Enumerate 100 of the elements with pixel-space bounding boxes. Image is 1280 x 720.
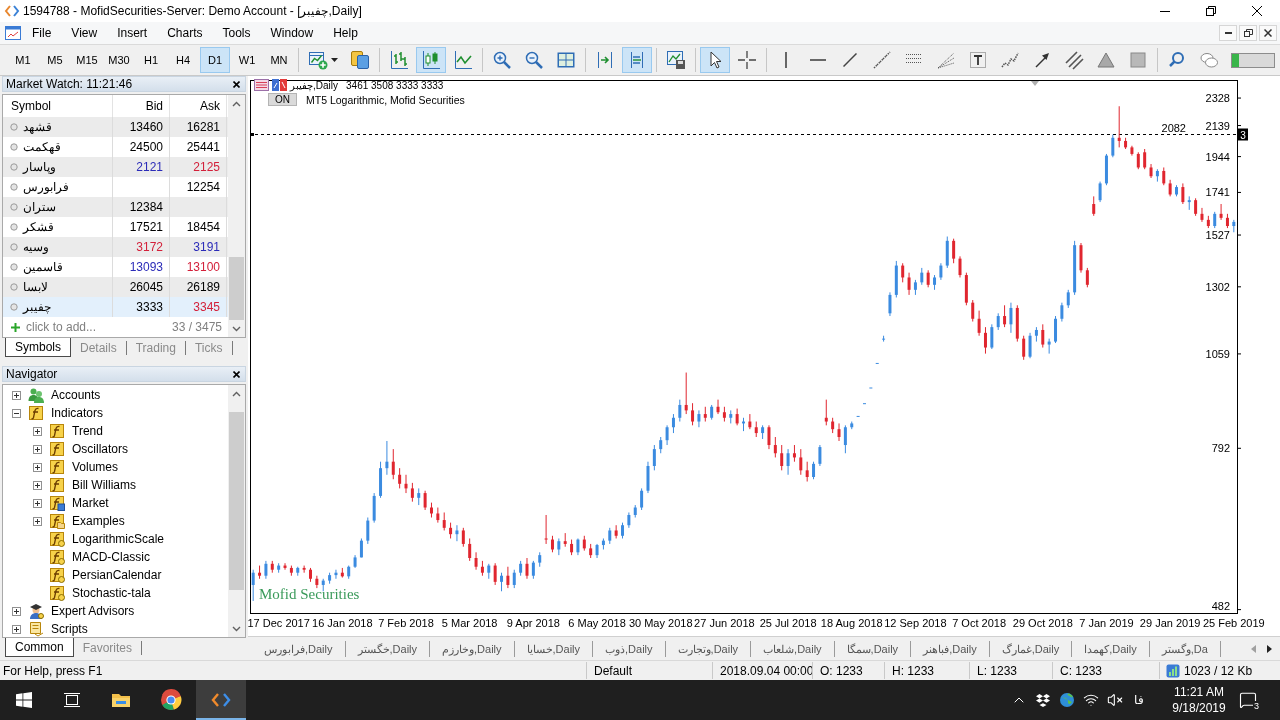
candle-wick	[1093, 195, 1095, 217]
timeframe-button[interactable]: M5	[40, 47, 70, 73]
chart-tab[interactable]: فرابورس,Daily	[252, 640, 346, 657]
timeframe-button[interactable]: H4	[168, 47, 198, 73]
candle	[1079, 245, 1083, 271]
candle	[1047, 341, 1051, 345]
chart-tab[interactable]: ذوب,Daily	[593, 640, 666, 657]
candlestick-button[interactable]	[416, 47, 446, 73]
candle	[1003, 316, 1007, 325]
expand-icon[interactable]	[12, 624, 21, 634]
candle	[939, 265, 943, 278]
timeframe-button[interactable]: M1	[8, 47, 38, 73]
date-label: 7 Feb 2018	[378, 617, 434, 629]
tree-item[interactable]: Indicators	[28, 404, 104, 422]
chart-tab[interactable]: سمگا,Daily	[834, 640, 912, 657]
expand-icon[interactable]	[33, 498, 42, 508]
collapse-icon[interactable]	[12, 408, 21, 418]
timeframe-button[interactable]: MN	[264, 47, 294, 73]
expand-icon[interactable]	[12, 606, 21, 616]
circle-icon	[10, 243, 18, 251]
chart-tab[interactable]: کهمدا,Daily	[1072, 640, 1150, 657]
candle	[589, 548, 593, 556]
expand-icon[interactable]	[12, 390, 21, 400]
triangle-marker-icon[interactable]	[1031, 81, 1039, 86]
restore-button[interactable]	[1239, 25, 1257, 41]
candle	[812, 463, 816, 477]
timeframe-button[interactable]: M30	[104, 47, 134, 73]
expand-icon[interactable]	[33, 426, 42, 436]
menu-item[interactable]: Insert	[107, 23, 158, 43]
tree-item[interactable]: Accounts	[28, 386, 101, 404]
menu-item[interactable]: Window	[260, 23, 324, 43]
striped-square-icon	[254, 79, 269, 91]
window-panes-icon	[16, 692, 32, 708]
candle	[996, 316, 1000, 328]
chart-tab[interactable]: خگستر,Daily	[345, 640, 431, 657]
timeframe-button[interactable]: D1	[200, 47, 230, 73]
expand-icon[interactable]	[33, 462, 42, 472]
menu-item[interactable]: Tools	[212, 23, 261, 43]
expand-icon[interactable]	[33, 444, 42, 454]
panel-title: Navigator	[6, 367, 58, 381]
expand-icon[interactable]	[33, 516, 42, 526]
language-indicator[interactable]: فا	[1127, 680, 1151, 720]
menu-item[interactable]: View	[61, 23, 108, 43]
tree-item[interactable]: Scripts	[28, 620, 88, 638]
chevron-up-icon	[232, 100, 241, 107]
chart-tab[interactable]: خسایا,Daily	[514, 640, 594, 657]
tree-item[interactable]: LogarithmicScale	[49, 530, 165, 548]
tree-item[interactable]: Oscillators	[49, 440, 128, 458]
cursor-button[interactable]	[700, 47, 730, 73]
tree-item[interactable]: Trend	[49, 422, 103, 440]
candle	[493, 565, 497, 582]
indicator-toggle-button[interactable]: ON	[268, 93, 297, 106]
candle	[729, 414, 733, 418]
candle	[430, 507, 433, 514]
terminal-app-button[interactable]	[196, 680, 246, 720]
chart-shift-button[interactable]	[622, 47, 652, 73]
tree-item[interactable]: Expert Advisors	[28, 602, 135, 620]
menu-item[interactable]: File	[22, 23, 62, 43]
close-button[interactable]	[230, 78, 242, 90]
tab[interactable]: Symbols	[5, 338, 71, 357]
candle-wick	[806, 461, 808, 482]
scrollbar[interactable]	[228, 385, 245, 637]
horizontal-line[interactable]	[254, 134, 1238, 135]
add-symbol-link[interactable]: click to add...	[26, 320, 97, 334]
tree-item[interactable]: Market	[49, 494, 109, 512]
chart-tab[interactable]: غمارگ,Daily	[989, 640, 1073, 657]
tree-item[interactable]: MACD-Classic	[49, 548, 150, 566]
tree-item[interactable]: Examples	[49, 512, 125, 530]
candle	[792, 453, 796, 458]
candle	[684, 404, 688, 411]
tree-item[interactable]: PersianCalendar	[49, 566, 162, 584]
expand-icon[interactable]	[33, 480, 42, 490]
notifications-button[interactable]: 3	[1235, 680, 1261, 720]
tree-item[interactable]: Bill Williams	[49, 476, 136, 494]
close-button[interactable]	[1259, 25, 1277, 41]
timeframe-button[interactable]: M15	[72, 47, 102, 73]
tree-item[interactable]: Volumes	[49, 458, 119, 476]
scrollbar[interactable]	[228, 95, 245, 337]
chart-tab[interactable]: فباهنر,Daily	[911, 640, 990, 657]
stacked-rectangles-icon	[63, 692, 81, 708]
tree-item[interactable]: Stochastic-tala	[49, 584, 151, 602]
scrollbar-thumb[interactable]	[229, 412, 244, 590]
timeframe-button[interactable]: W1	[232, 47, 262, 73]
chart-window-icon[interactable]	[4, 25, 22, 41]
close-button[interactable]	[230, 368, 242, 380]
chart-tab[interactable]: شلعاب,Daily	[751, 640, 835, 657]
circle-icon	[10, 203, 18, 211]
function-tile-ring-icon	[49, 585, 65, 601]
chart-tab[interactable]: وگستر,Da	[1149, 640, 1221, 657]
tab[interactable]: Common	[5, 638, 74, 657]
chart-tab[interactable]: وخارزم,Daily	[430, 640, 515, 657]
candle-wick	[1029, 332, 1031, 359]
candle	[780, 453, 784, 466]
menu-item[interactable]: Charts	[157, 23, 213, 43]
minimize-button[interactable]	[1219, 25, 1237, 41]
triangle-icon	[1096, 50, 1116, 70]
scrollbar-thumb[interactable]	[229, 257, 244, 320]
chart-tab[interactable]: وتجارت,Daily	[665, 640, 752, 657]
timeframe-button[interactable]: H1	[136, 47, 166, 73]
menu-item[interactable]: Help	[323, 23, 368, 43]
